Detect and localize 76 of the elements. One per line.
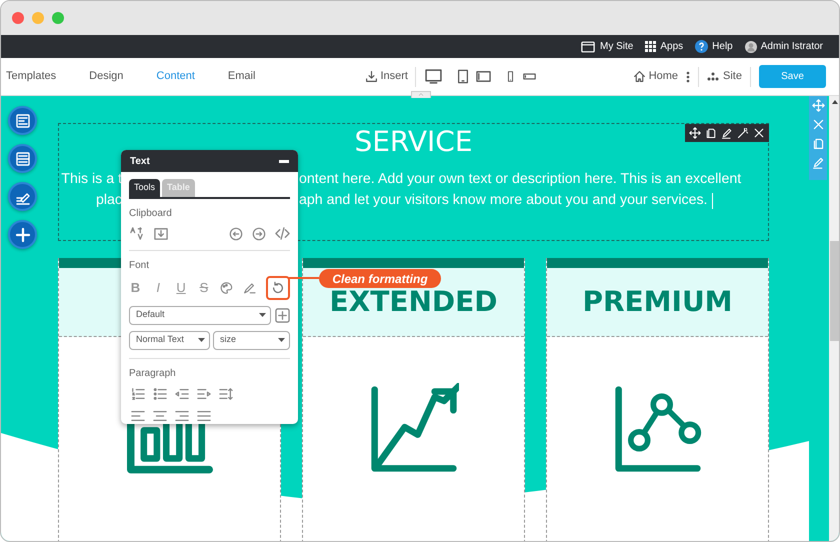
grid-icon <box>645 41 656 52</box>
align-center-icon[interactable] <box>153 408 167 422</box>
download-icon <box>365 70 378 83</box>
avatar-icon <box>744 40 757 52</box>
dropdown-caret-icon <box>259 313 266 317</box>
top-bar-link[interactable]: Admin Istrator <box>760 39 823 54</box>
forward-icon[interactable] <box>252 226 266 240</box>
palette-icon[interactable] <box>220 280 234 294</box>
move-icon[interactable] <box>689 127 701 139</box>
add-font-icon[interactable] <box>275 308 290 322</box>
panel-title: Text <box>130 154 150 168</box>
code-icon[interactable] <box>275 226 290 241</box>
scroll-thumb[interactable] <box>830 241 839 341</box>
edit-icon[interactable] <box>721 127 733 139</box>
close-icon[interactable] <box>753 127 765 139</box>
layout-button[interactable] <box>8 144 37 173</box>
caret-icon <box>418 92 424 97</box>
font-family-select[interactable]: Default <box>129 306 271 324</box>
top-bar-link[interactable]: Apps <box>660 39 684 54</box>
window-control[interactable] <box>52 12 64 24</box>
collapse-handle[interactable] <box>411 91 431 98</box>
clean-formatting-icon[interactable] <box>270 280 285 294</box>
add-icon <box>14 226 30 242</box>
nav-tab[interactable]: Design <box>89 68 124 85</box>
line-height-icon[interactable] <box>219 386 233 400</box>
plan-title: EXTENDED <box>330 285 498 320</box>
indent-icon[interactable] <box>197 386 211 400</box>
tablet-landscape-icon[interactable] <box>474 69 492 84</box>
tablet-icon[interactable] <box>456 68 470 85</box>
browser-window-icon <box>580 40 596 54</box>
scrollbar[interactable] <box>829 96 839 541</box>
copy-icon[interactable] <box>705 127 717 139</box>
nav-tab[interactable]: Templates <box>6 68 56 85</box>
paste-icon[interactable] <box>153 226 169 241</box>
form-button[interactable] <box>8 106 37 135</box>
add-button[interactable] <box>8 220 37 249</box>
dropdown-caret-icon <box>278 338 285 342</box>
align-left-icon[interactable] <box>131 408 145 422</box>
form-icon <box>14 112 30 128</box>
panel-tab[interactable]: Tools <box>129 179 160 196</box>
nav-tab[interactable]: Email <box>228 68 256 85</box>
numbered-list-icon[interactable] <box>131 386 145 400</box>
font-size-select[interactable]: size <box>213 330 290 350</box>
section-title: SERVICE <box>354 125 473 158</box>
callout-label: Clean formatting <box>319 269 441 288</box>
sitemap-icon <box>707 72 720 81</box>
layout-icon <box>14 150 30 166</box>
section-label: Clipboard <box>129 208 173 220</box>
align-right-icon[interactable] <box>175 408 189 422</box>
insert-button[interactable]: Insert <box>380 68 408 85</box>
outdent-icon[interactable] <box>175 386 189 400</box>
edit-text-button[interactable] <box>8 182 37 211</box>
desktop-icon[interactable] <box>422 68 444 85</box>
page-selector[interactable]: Home <box>648 68 678 85</box>
scroll-up-icon[interactable] <box>832 100 838 104</box>
text-swap-icon[interactable] <box>129 226 144 241</box>
window-control[interactable] <box>12 12 24 24</box>
bulleted-list-icon[interactable] <box>153 386 167 400</box>
highlighter-icon[interactable] <box>243 280 256 294</box>
magic-wand-icon[interactable] <box>737 127 749 139</box>
description-text: ontent here. Add your own text or description here. This is an excellent <box>299 170 742 189</box>
justify-icon[interactable] <box>197 408 211 422</box>
plan-title: PREMIUM <box>582 284 733 320</box>
block-style-select[interactable]: Normal Text <box>129 330 210 350</box>
minimize-icon[interactable] <box>279 160 289 162</box>
section-label: Paragraph <box>129 368 177 380</box>
site-menu[interactable]: Site <box>723 68 742 85</box>
description-text: plac <box>94 191 122 210</box>
section-label: Font <box>129 260 150 272</box>
description-text: aph and let your visitors know more about you and your services. <box>299 191 708 210</box>
more-icon[interactable] <box>686 70 690 82</box>
home-icon <box>632 70 646 83</box>
top-bar-link[interactable]: Help <box>712 39 733 54</box>
help-icon <box>695 40 708 53</box>
back-icon[interactable] <box>229 226 243 240</box>
top-bar-link[interactable]: My Site <box>600 39 634 54</box>
